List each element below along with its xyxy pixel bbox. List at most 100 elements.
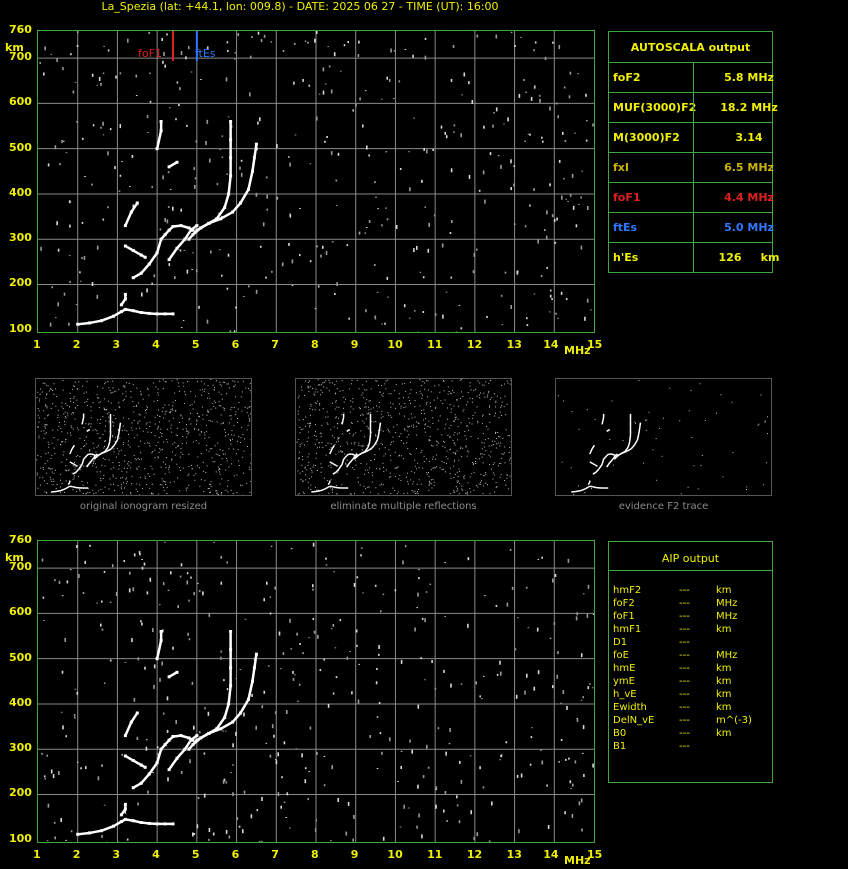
thumb-speck xyxy=(407,426,409,428)
thumb-speck xyxy=(171,458,173,460)
thumb-speck xyxy=(237,418,239,419)
thumb-speck xyxy=(429,436,431,437)
thumb-speck xyxy=(144,416,146,418)
thumb-speck xyxy=(449,473,451,475)
thumb-speck xyxy=(442,468,444,470)
thumb-speck xyxy=(64,421,65,423)
thumb-speck xyxy=(505,484,507,486)
thumb-speck xyxy=(109,390,111,391)
thumb-speck xyxy=(158,409,160,411)
thumb-speck xyxy=(489,456,491,458)
thumb-speck xyxy=(335,392,336,394)
aip-title: AIP output xyxy=(661,552,720,565)
thumbnail-caption: original ionogram resized xyxy=(79,501,208,512)
noise-speck xyxy=(109,659,112,662)
thumb-speck xyxy=(336,441,337,443)
thumb-trace-segment xyxy=(589,485,593,488)
x-tick-label: 11 xyxy=(427,848,443,861)
thumb-speck xyxy=(134,458,136,460)
thumb-speck xyxy=(208,436,210,438)
thumb-trace-segment xyxy=(589,448,593,455)
thumb-speck xyxy=(132,384,134,386)
thumb-speck xyxy=(206,444,208,446)
thumb-speck xyxy=(118,462,120,463)
thumb-speck xyxy=(76,388,78,390)
noise-speck xyxy=(518,93,521,98)
trace-segment-F1b xyxy=(164,229,170,236)
thumb-speck xyxy=(414,400,416,402)
thumb-speck xyxy=(118,450,120,452)
y-tick-label: 400 xyxy=(9,695,32,709)
thumbnail-eliminate-plot xyxy=(296,379,512,496)
thumb-speck xyxy=(375,435,377,437)
y-tick-label: 760 xyxy=(9,23,32,36)
thumb-speck xyxy=(113,467,115,469)
thumb-speck xyxy=(165,481,167,483)
noise-speck xyxy=(569,780,572,784)
thumb-speck xyxy=(118,464,120,466)
thumb-speck xyxy=(47,452,49,454)
noise-speck xyxy=(365,309,367,313)
thumb-speck xyxy=(424,388,426,390)
trace-segment-hi3 xyxy=(168,671,178,678)
noise-speck xyxy=(197,582,199,584)
thumb-speck xyxy=(59,486,61,488)
thumb-speck xyxy=(392,436,394,438)
noise-speck xyxy=(216,183,219,186)
noise-speck xyxy=(207,711,210,716)
noise-speck xyxy=(145,746,148,751)
noise-speck xyxy=(240,159,243,162)
noise-speck xyxy=(78,574,80,578)
thumb-speck xyxy=(155,386,157,388)
noise-speck xyxy=(168,263,171,267)
noise-speck xyxy=(80,767,82,770)
thumb-speck xyxy=(464,431,466,432)
thumb-speck xyxy=(448,427,450,429)
x-tick-label: 6 xyxy=(231,848,240,861)
noise-speck xyxy=(495,604,498,607)
noise-speck xyxy=(553,622,556,625)
thumb-speck xyxy=(456,480,458,482)
trace-segment-hi xyxy=(130,202,139,213)
thumb-speck xyxy=(92,489,94,491)
thumb-speck xyxy=(149,487,151,489)
thumb-speck xyxy=(219,473,221,475)
noise-speck xyxy=(43,620,45,621)
thumb-speck xyxy=(305,416,307,418)
thumb-speck xyxy=(385,380,387,382)
trace-segment-F1 xyxy=(124,244,134,252)
noise-speck xyxy=(546,210,548,215)
thumb-speck xyxy=(236,453,237,455)
thumb-speck xyxy=(453,420,455,422)
noise-speck xyxy=(526,324,529,327)
thumb-speck xyxy=(489,406,490,408)
noise-speck xyxy=(467,623,469,628)
thumb-speck xyxy=(438,384,440,386)
thumb-speck xyxy=(391,416,393,418)
noise-speck xyxy=(586,613,589,618)
thumb-speck xyxy=(355,432,357,434)
thumb-speck xyxy=(112,476,114,478)
thumb-speck xyxy=(118,389,120,391)
noise-speck xyxy=(435,786,438,790)
thumb-speck xyxy=(367,469,369,471)
thumb-speck xyxy=(153,473,155,475)
thumb-speck xyxy=(467,450,468,452)
thumb-speck xyxy=(308,380,310,382)
noise-speck xyxy=(316,751,318,755)
thumb-speck xyxy=(390,406,392,408)
aip-unit: MHz xyxy=(716,611,738,622)
noise-speck xyxy=(317,285,320,288)
noise-speck xyxy=(571,813,574,818)
noise-speck xyxy=(472,270,475,274)
thumb-speck xyxy=(157,394,159,396)
noise-speck xyxy=(235,306,237,309)
thumb-speck xyxy=(135,404,137,406)
noise-speck xyxy=(418,577,420,580)
thumb-speck xyxy=(375,421,377,423)
noise-speck xyxy=(257,31,260,35)
thumb-speck xyxy=(225,489,227,491)
thumb-speck xyxy=(231,463,233,465)
noise-speck xyxy=(282,50,285,52)
thumb-speck xyxy=(157,456,159,458)
